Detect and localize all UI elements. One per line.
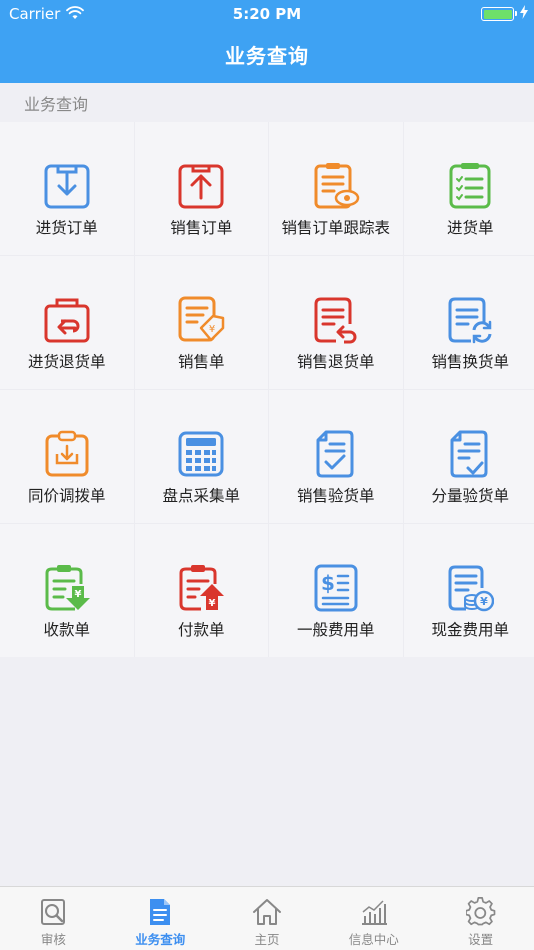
- gear-icon: [465, 897, 495, 926]
- grid-item-payment[interactable]: ¥ 付款单: [134, 524, 268, 657]
- grid-item-cash-expense[interactable]: ¥ 现金费用单: [403, 524, 534, 657]
- grid-item-purchase-receipt[interactable]: 进货单: [403, 122, 534, 255]
- tab-review[interactable]: 审核: [0, 887, 107, 950]
- grid-item-label: 同价调拨单: [27, 487, 106, 505]
- grid-item-label: 分量验货单: [431, 487, 509, 505]
- svg-text:¥: ¥: [480, 595, 488, 608]
- status-bar: Carrier 5:20 PM: [0, 0, 534, 28]
- grid-item-label: 进货退货单: [27, 353, 106, 371]
- svg-text:$: $: [321, 571, 335, 595]
- grid-item-label: 进货订单: [35, 219, 98, 237]
- receipt-in-icon: ¥: [45, 565, 90, 611]
- grid-item-label: 销售换货单: [431, 353, 509, 371]
- grid-item-purchase-return[interactable]: 进货退货单: [0, 256, 134, 389]
- grid-item-general-expense[interactable]: $ 一般费用单: [269, 524, 403, 657]
- document-icon: [150, 899, 171, 925]
- tab-info-center[interactable]: 信息中心: [320, 887, 427, 950]
- inbox-download-icon: [44, 164, 90, 209]
- clipboard-transfer-icon: [45, 430, 89, 477]
- grid-item-label: 销售验货单: [296, 487, 375, 505]
- grid-item-sales-slip[interactable]: ¥ 销售单: [134, 256, 268, 389]
- tab-label: 审核: [40, 932, 66, 947]
- svg-text:¥: ¥: [74, 589, 81, 600]
- home-icon: [252, 899, 281, 925]
- grid-item-same-price-transfer[interactable]: 同价调拨单: [0, 390, 134, 523]
- page-title: 业务查询: [225, 44, 309, 68]
- grid-item-label: 现金费用单: [431, 621, 509, 639]
- return-bag-icon: [44, 298, 90, 343]
- battery-icon: [481, 7, 517, 21]
- tab-home[interactable]: 主页: [214, 887, 321, 950]
- header-bar: Carrier 5:20 PM 业务查询: [0, 0, 534, 83]
- grid-item-receipt[interactable]: ¥ 收款单: [0, 524, 134, 657]
- review-icon: [41, 899, 66, 925]
- clipboard-eye-icon: [314, 163, 359, 209]
- section-title: 业务查询: [24, 95, 89, 114]
- business-grid: 进货订单 销售订单 销售订单跟踪表 进货单 进货退货单 ¥ 销售单 销售退货单 …: [0, 122, 534, 657]
- tab-label: 信息中心: [348, 932, 399, 947]
- document-list-check-icon: [450, 430, 488, 478]
- grid-item-quantity-inspection[interactable]: 分量验货单: [403, 390, 534, 523]
- grid-item-label: 付款单: [177, 621, 225, 639]
- tab-label: 主页: [254, 932, 280, 947]
- svg-text:¥: ¥: [209, 598, 216, 609]
- grid-item-label: 销售订单跟踪表: [281, 219, 390, 237]
- receipt-out-icon: ¥: [179, 565, 225, 611]
- dollar-document-icon: $: [314, 564, 358, 612]
- grid-item-sales-return[interactable]: 销售退货单: [269, 256, 403, 389]
- grid-item-label: 收款单: [43, 621, 90, 639]
- chart-icon: [361, 900, 387, 925]
- grid-item-purchase-order[interactable]: 进货订单: [0, 122, 134, 255]
- grid-item-label: 盘点采集单: [162, 487, 240, 505]
- document-check-icon: [316, 430, 354, 478]
- grid-item-label: 一般费用单: [296, 621, 375, 639]
- calculator-icon: [178, 431, 224, 477]
- svg-text:¥: ¥: [209, 324, 215, 335]
- grid-item-label: 销售退货单: [296, 353, 375, 371]
- tab-settings[interactable]: 设置: [427, 887, 534, 950]
- upload-order-icon: [178, 164, 224, 209]
- cash-coins-icon: ¥: [448, 565, 495, 612]
- document-return-icon: [314, 297, 357, 344]
- document-tag-icon: ¥: [178, 296, 225, 342]
- grid-item-label: 销售订单: [170, 219, 233, 237]
- clock: 5:20 PM: [232, 5, 302, 23]
- checklist-icon: [449, 163, 491, 209]
- tab-business-query[interactable]: 业务查询: [107, 887, 214, 950]
- tab-bar: 审核 业务查询 主页 信息中心 设置: [0, 886, 534, 950]
- charging-bolt-icon: [520, 5, 528, 19]
- grid-item-stocktake-collection[interactable]: 盘点采集单: [134, 390, 268, 523]
- grid-item-label: 销售单: [177, 353, 225, 371]
- tab-label: 业务查询: [135, 932, 186, 947]
- tab-label: 设置: [468, 932, 494, 947]
- document-exchange-icon: [448, 297, 492, 344]
- grid-item-sales-exchange[interactable]: 销售换货单: [403, 256, 534, 389]
- grid-item-sales-order-tracking[interactable]: 销售订单跟踪表: [269, 122, 403, 255]
- grid-item-label: 进货单: [446, 219, 494, 237]
- grid-item-sales-order[interactable]: 销售订单: [134, 122, 268, 255]
- grid-item-sales-inspection[interactable]: 销售验货单: [269, 390, 403, 523]
